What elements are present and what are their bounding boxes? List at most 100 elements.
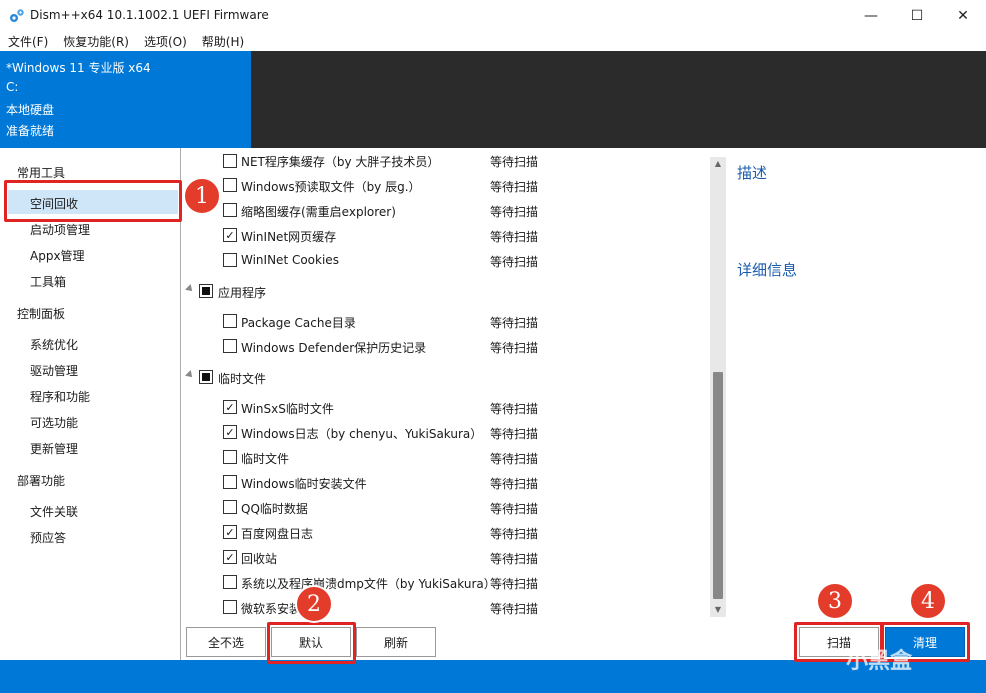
list-item[interactable]: NET程序集缓存（by 大胖子技术员） 等待扫描: [182, 148, 726, 173]
checkbox[interactable]: [223, 314, 237, 328]
scroll-up-icon[interactable]: ▲: [710, 157, 726, 171]
group-checkbox[interactable]: [199, 284, 213, 298]
scroll-down-icon[interactable]: ▼: [710, 603, 726, 617]
minimize-button[interactable]: —: [848, 0, 894, 31]
item-status: 等待扫描: [490, 602, 539, 616]
checkbox-checked[interactable]: ✓: [223, 425, 237, 439]
sidebar-item-label: 程序和功能: [30, 390, 91, 404]
list-item[interactable]: ✓ WinSxS临时文件 等待扫描: [182, 395, 726, 420]
sidebar-item-updates[interactable]: 更新管理: [8, 435, 178, 459]
system-name: *Windows 11 专业版 x64: [6, 61, 151, 75]
sidebar-item-toolbox[interactable]: 工具箱: [8, 268, 178, 292]
checkbox[interactable]: [223, 600, 237, 614]
title-bar: Dism++x64 10.1.1002.1 UEFI Firmware — ☐ …: [0, 0, 986, 31]
item-label: Package Cache目录: [241, 316, 356, 330]
list-item[interactable]: 缩略图缓存(需重启explorer) 等待扫描: [182, 198, 726, 223]
item-status: 等待扫描: [490, 341, 539, 355]
sidebar-item-optional-features[interactable]: 可选功能: [8, 409, 178, 433]
sidebar-item-label: Appx管理: [30, 249, 85, 263]
list-item[interactable]: QQ临时数据 等待扫描: [182, 495, 726, 520]
sidebar-item-optimize[interactable]: 系统优化: [8, 331, 178, 355]
list-group[interactable]: 临时文件: [182, 365, 726, 390]
list-item[interactable]: Windows Defender保护历史记录 等待扫描: [182, 334, 726, 359]
checkbox[interactable]: [223, 203, 237, 217]
menu-recovery[interactable]: 恢复功能(R): [55, 31, 136, 51]
sidebar-item-appx[interactable]: Appx管理: [8, 242, 178, 266]
list-item[interactable]: ✓ 回收站 等待扫描: [182, 545, 726, 570]
list-item[interactable]: 临时文件 等待扫描: [182, 445, 726, 470]
close-button[interactable]: ✕: [940, 0, 986, 31]
sidebar-item-answer-file[interactable]: 预应答: [8, 524, 178, 548]
sidebar-item-label: 启动项管理: [30, 223, 91, 237]
close-icon: ✕: [957, 7, 969, 24]
list-item[interactable]: 系统以及程序崩溃dmp文件（by YukiSakura） 等待扫描: [182, 570, 726, 595]
sidebar-item-drivers[interactable]: 驱动管理: [8, 357, 178, 381]
expand-arrow-icon[interactable]: [185, 284, 195, 294]
watermark: 小黑盒: [846, 649, 913, 674]
item-label: 临时文件: [241, 452, 290, 466]
checkbox[interactable]: [223, 575, 237, 589]
select-none-button[interactable]: 全不选: [186, 627, 266, 657]
menu-help[interactable]: 帮助(H): [194, 31, 251, 51]
checkbox[interactable]: [223, 475, 237, 489]
item-status: 等待扫描: [490, 452, 539, 466]
item-status: 等待扫描: [490, 527, 539, 541]
checkbox-checked[interactable]: ✓: [223, 400, 237, 414]
maximize-icon: ☐: [910, 7, 924, 24]
scroll-thumb[interactable]: [713, 372, 723, 599]
gear-app-icon: [10, 9, 24, 22]
group-checkbox[interactable]: [199, 370, 213, 384]
system-drive: C:: [6, 80, 19, 94]
group-label: 应用程序: [218, 286, 267, 300]
annotation-badge-3: 3: [816, 582, 854, 620]
checkbox[interactable]: [223, 178, 237, 192]
minimize-icon: —: [864, 7, 878, 24]
annotation-box-2: [267, 622, 356, 664]
sidebar-group-deployment: 部署功能: [17, 474, 66, 488]
item-label: Windows Defender保护历史记录: [241, 341, 427, 355]
list-item[interactable]: Windows预读取文件（by 辰g.） 等待扫描: [182, 173, 726, 198]
list-item[interactable]: Package Cache目录 等待扫描: [182, 309, 726, 334]
checkbox[interactable]: [223, 450, 237, 464]
list-item[interactable]: Windows临时安装文件 等待扫描: [182, 470, 726, 495]
menu-options[interactable]: 选项(O): [136, 31, 194, 51]
status-bar: [0, 660, 986, 693]
item-label: 百度网盘日志: [241, 527, 314, 541]
sidebar-item-file-assoc[interactable]: 文件关联: [8, 498, 178, 522]
item-label: Windows临时安装文件: [241, 477, 367, 491]
annotation-badge-4: 4: [909, 582, 947, 620]
item-status: 等待扫描: [490, 552, 539, 566]
checkbox[interactable]: [223, 500, 237, 514]
sidebar-item-label: 工具箱: [30, 275, 67, 289]
item-status: 等待扫描: [490, 230, 539, 244]
checkbox-checked[interactable]: ✓: [223, 550, 237, 564]
expand-arrow-icon[interactable]: [185, 370, 195, 380]
menu-file[interactable]: 文件(F): [0, 31, 55, 51]
cleanup-list: NET程序集缓存（by 大胖子技术员） 等待扫描 Windows预读取文件（by…: [182, 148, 726, 618]
item-label: 系统以及程序崩溃dmp文件（by YukiSakura）: [241, 577, 496, 591]
refresh-button[interactable]: 刷新: [356, 627, 436, 657]
list-item[interactable]: WinINet Cookies 等待扫描: [182, 248, 726, 273]
sidebar-item-label: 预应答: [30, 531, 67, 545]
checkbox-checked[interactable]: ✓: [223, 228, 237, 242]
maximize-button[interactable]: ☐: [894, 0, 940, 31]
list-scrollbar[interactable]: ▲ ▼: [710, 157, 726, 617]
checkbox[interactable]: [223, 253, 237, 267]
checkmark-icon: ✓: [225, 400, 235, 414]
sidebar-item-label: 驱动管理: [30, 364, 79, 378]
sidebar-item-programs[interactable]: 程序和功能: [8, 383, 178, 407]
sidebar-item-label: 可选功能: [30, 416, 79, 430]
list-item[interactable]: 微软系安装文件 等待扫描: [182, 595, 726, 618]
checkbox[interactable]: [223, 339, 237, 353]
system-info-panel[interactable]: *Windows 11 专业版 x64 C: 本地硬盘 准备就绪: [0, 51, 251, 148]
list-group[interactable]: 应用程序: [182, 279, 726, 304]
item-status: 等待扫描: [490, 205, 539, 219]
list-item[interactable]: ✓ 百度网盘日志 等待扫描: [182, 520, 726, 545]
item-status: 等待扫描: [490, 402, 539, 416]
list-item[interactable]: ✓ Windows日志（by chenyu、YukiSakura） 等待扫描: [182, 420, 726, 445]
sidebar-item-label: 文件关联: [30, 505, 79, 519]
list-item[interactable]: ✓ WinINet网页缓存 等待扫描: [182, 223, 726, 248]
sidebar-group-common-tools: 常用工具: [17, 166, 66, 180]
checkbox[interactable]: [223, 154, 237, 168]
checkbox-checked[interactable]: ✓: [223, 525, 237, 539]
